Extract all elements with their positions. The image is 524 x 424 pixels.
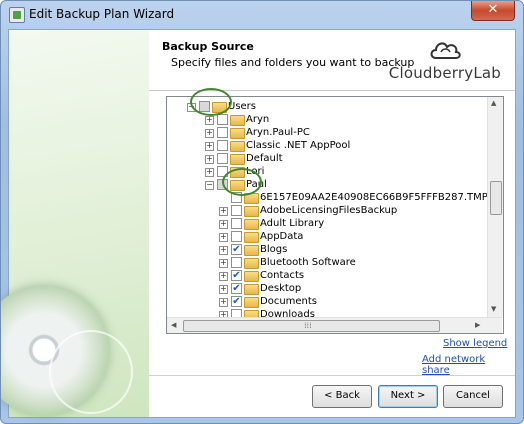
expand-icon[interactable]: + — [219, 298, 228, 307]
expand-icon[interactable]: + — [219, 285, 228, 294]
folder-icon — [244, 297, 259, 308]
checkbox[interactable]: ✔ — [231, 283, 242, 294]
checkbox[interactable] — [231, 205, 242, 216]
page-subtitle: Specify files and folders you want to ba… — [171, 56, 415, 69]
wizard-header: Backup Source Specify files and folders … — [149, 30, 515, 90]
expand-icon[interactable]: + — [205, 129, 214, 138]
side-banner — [1, 30, 149, 417]
scroll-left-icon[interactable]: ◀ — [171, 321, 176, 329]
tree-row[interactable]: + Adult Library — [167, 217, 485, 230]
disc-ring — [49, 330, 133, 414]
scroll-down-icon[interactable]: ▼ — [491, 305, 496, 313]
folder-icon — [244, 245, 259, 256]
tree-row[interactable]: + ✔ Documents — [167, 295, 485, 308]
tree-row[interactable]: + ✔ Contacts — [167, 269, 485, 282]
tree-row[interactable]: − Paul — [167, 178, 485, 191]
next-button[interactable]: Next > — [378, 385, 438, 408]
checkbox[interactable]: ✔ — [231, 244, 242, 255]
tree-item-label: Desktop — [260, 283, 302, 294]
tree-item-label: Aryn.Paul-PC — [246, 127, 310, 138]
tree-row[interactable]: + Lori — [167, 165, 485, 178]
tree-item-label: Aryn — [246, 114, 270, 125]
tree-row[interactable]: + Default — [167, 152, 485, 165]
add-network-share-link[interactable]: Add network share — [422, 354, 515, 376]
cancel-button[interactable]: Cancel — [443, 385, 503, 408]
tree-row[interactable]: + ✔ Desktop — [167, 282, 485, 295]
title-bar: Edit Backup Plan Wizard ✕ — [1, 1, 523, 29]
show-legend-link[interactable]: Show legend — [443, 338, 507, 349]
horizontal-scroll-thumb[interactable]: ⁞⁞⁞ — [183, 320, 440, 332]
expand-icon[interactable]: + — [219, 259, 228, 268]
scroll-up-icon[interactable]: ▲ — [491, 99, 496, 107]
tree-row[interactable]: + ✔ Blogs — [167, 243, 485, 256]
expand-icon[interactable]: + — [205, 155, 214, 164]
expand-icon[interactable]: + — [205, 116, 214, 125]
checkbox[interactable] — [231, 218, 242, 229]
tree-row[interactable]: + Bluetooth Software — [167, 256, 485, 269]
scroll-right-icon[interactable]: ▶ — [475, 321, 480, 329]
checkbox[interactable]: ✔ — [231, 296, 242, 307]
cloud-logo-icon — [428, 38, 462, 62]
tree-item-label: Contacts — [260, 270, 305, 281]
annotation-circle — [190, 88, 232, 116]
expand-icon[interactable]: + — [219, 272, 228, 281]
folder-icon — [244, 258, 259, 269]
tree-item-label: Users — [228, 101, 257, 112]
tree-item-label: AdobeLicensingFilesBackup — [260, 205, 398, 216]
folder-icon — [244, 284, 259, 295]
tree-item-label: Classic .NET AppPool — [246, 140, 351, 151]
checkbox[interactable] — [231, 257, 242, 268]
checkbox[interactable] — [217, 127, 228, 138]
expand-icon[interactable]: + — [205, 142, 214, 151]
tree-row[interactable]: + Aryn.Paul-PC — [167, 126, 485, 139]
tree-item-label: Blogs — [260, 244, 288, 255]
footer-divider — [149, 375, 515, 376]
vertical-scroll-thumb[interactable] — [490, 181, 502, 215]
app-icon — [9, 7, 25, 23]
expand-icon[interactable]: + — [219, 207, 228, 216]
tree-row[interactable]: + Classic .NET AppPool — [167, 139, 485, 152]
tree-row[interactable]: + AdobeLicensingFilesBackup — [167, 204, 485, 217]
expand-icon[interactable]: + — [219, 246, 228, 255]
expand-icon[interactable]: + — [219, 233, 228, 242]
folder-icon — [230, 141, 245, 152]
checkbox[interactable]: ✔ — [231, 270, 242, 281]
folder-icon — [244, 219, 259, 230]
folder-icon — [244, 271, 259, 282]
tree-item-label: Bluetooth Software — [260, 257, 356, 268]
tree-item-label: AppData — [260, 231, 304, 242]
folder-icon — [230, 115, 245, 126]
folder-icon — [244, 206, 259, 217]
window-title: Edit Backup Plan Wizard — [29, 7, 175, 21]
checkbox[interactable] — [217, 140, 228, 151]
checkbox[interactable] — [217, 114, 228, 125]
close-button[interactable]: ✕ — [471, 1, 515, 21]
page-title: Backup Source — [162, 40, 254, 53]
folder-icon — [244, 232, 259, 243]
folder-icon — [230, 128, 245, 139]
tree-row[interactable]: + AppData — [167, 230, 485, 243]
back-button[interactable]: < Back — [312, 385, 372, 408]
folder-tree[interactable]: − Users + Aryn + Aryn.Paul-PC + Classic .NET Ap… — [166, 96, 504, 334]
wizard-window: Edit Backup Plan Wizard ✕ Backup Source … — [0, 0, 524, 424]
cloudberry-logo: CloudberryLab — [389, 38, 501, 82]
tree-item-label: Adult Library — [260, 218, 325, 229]
collapse-icon[interactable]: − — [205, 181, 214, 190]
tree-item-label: 6E157E09AA2E40908EC66B9F5FFFB287.TMP — [260, 192, 488, 203]
tree-item-label: Documents — [260, 296, 318, 307]
horizontal-scrollbar[interactable]: ◀ ⁞⁞⁞ ▶ — [167, 317, 502, 333]
logo-text: CloudberryLab — [388, 64, 501, 82]
vertical-scrollbar[interactable]: ▲ ▼ — [487, 97, 503, 317]
folder-icon — [230, 154, 245, 165]
annotation-circle — [222, 168, 262, 196]
grip-icon: ⁞⁞⁞ — [304, 321, 312, 330]
tree-item-label: Default — [246, 153, 283, 164]
wizard-body: Backup Source Specify files and folders … — [1, 29, 516, 418]
expand-icon[interactable]: + — [219, 220, 228, 229]
checkbox[interactable] — [217, 153, 228, 164]
expand-icon[interactable]: + — [205, 168, 214, 177]
checkbox[interactable] — [231, 231, 242, 242]
tree-row[interactable]: 6E157E09AA2E40908EC66B9F5FFFB287.TMP — [167, 191, 488, 204]
